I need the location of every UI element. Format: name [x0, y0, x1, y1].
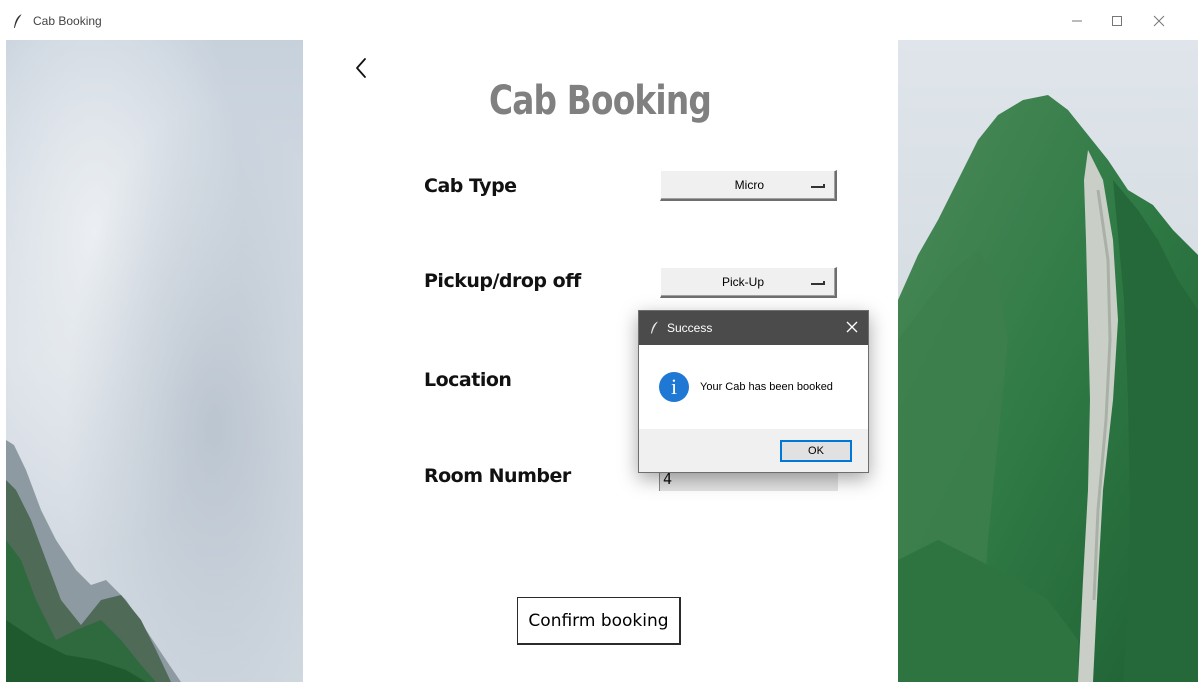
- minimize-button[interactable]: [1057, 6, 1097, 36]
- cab-type-select[interactable]: Micro: [660, 170, 837, 201]
- maximize-icon: [1112, 16, 1122, 26]
- location-label: Location: [424, 369, 512, 391]
- close-icon: [846, 321, 858, 333]
- dialog-body: i Your Cab has been booked: [639, 345, 868, 429]
- close-icon: [1153, 15, 1165, 27]
- dialog-message: Your Cab has been booked: [700, 381, 833, 393]
- chevron-left-icon: [356, 58, 366, 78]
- option-menu-indicator-icon: [811, 184, 825, 188]
- scenery-image-left: [6, 40, 303, 682]
- window-title: Cab Booking: [33, 14, 102, 28]
- success-dialog: Success i Your Cab has been booked OK: [638, 310, 869, 473]
- dialog-footer: OK: [639, 429, 868, 472]
- pickup-drop-value: Pick-Up: [721, 275, 764, 289]
- info-icon: i: [659, 372, 689, 402]
- feather-icon: [651, 321, 658, 334]
- option-menu-indicator-icon: [811, 281, 825, 285]
- dialog-title: Success: [667, 321, 713, 335]
- cab-type-value: Micro: [734, 178, 764, 192]
- back-button[interactable]: [350, 50, 378, 82]
- scenery-image-right: [898, 40, 1198, 682]
- pickup-drop-select[interactable]: Pick-Up: [660, 267, 837, 298]
- confirm-booking-button[interactable]: Confirm booking: [517, 597, 681, 645]
- minimize-icon: [1072, 20, 1082, 22]
- cab-type-label: Cab Type: [424, 175, 517, 197]
- close-button[interactable]: [1139, 6, 1179, 36]
- room-number-label: Room Number: [424, 465, 571, 487]
- dialog-titlebar: Success: [639, 311, 868, 345]
- maximize-button[interactable]: [1097, 6, 1137, 36]
- dialog-close-button[interactable]: [843, 318, 861, 336]
- ok-button[interactable]: OK: [780, 440, 852, 462]
- pickup-drop-label: Pickup/drop off: [424, 270, 581, 292]
- page-title: Cab Booking: [488, 78, 712, 124]
- feather-icon: [14, 13, 23, 29]
- window-titlebar: Cab Booking: [0, 0, 1198, 40]
